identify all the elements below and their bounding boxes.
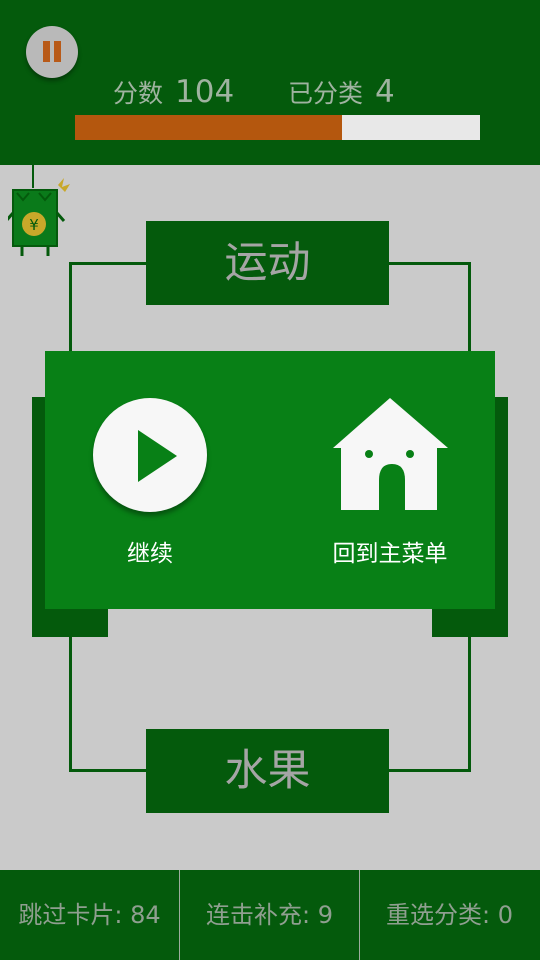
sorted-value: 4 — [375, 74, 395, 110]
sorted-label: 已分类 — [288, 79, 364, 108]
pause-button[interactable] — [26, 26, 78, 78]
pause-icon — [43, 41, 50, 62]
powerup-bar: 跳过卡片: 84 连击补充: 9 重选分类: 0 — [0, 870, 540, 960]
progress-bar — [75, 115, 480, 140]
reselect-category-button[interactable]: 重选分类: 0 — [360, 870, 539, 960]
category-top[interactable]: 运动 — [146, 221, 389, 305]
skip-card-button[interactable]: 跳过卡片: 84 — [0, 870, 179, 960]
currency-symbol: ¥ — [29, 216, 39, 234]
category-bottom[interactable]: 水果 — [146, 729, 389, 813]
play-icon — [138, 430, 177, 482]
combo-refill-button[interactable]: 连击补充: 9 — [180, 870, 359, 960]
resume-label[interactable]: 继续 — [100, 534, 200, 568]
sorted-display: 已分类 4 — [288, 74, 395, 114]
home-icon — [333, 398, 448, 510]
resume-button[interactable] — [93, 398, 207, 512]
home-label[interactable]: 回到主菜单 — [315, 534, 465, 568]
home-button[interactable] — [331, 394, 449, 514]
score-value: 104 — [175, 74, 235, 110]
top-bar: 分数 104 已分类 4 — [0, 0, 540, 165]
score-display: 分数 104 — [113, 74, 234, 114]
score-label: 分数 — [113, 79, 164, 108]
progress-bar-fill — [75, 115, 343, 140]
money-envelope-mascot-icon: ¥ — [8, 163, 70, 256]
